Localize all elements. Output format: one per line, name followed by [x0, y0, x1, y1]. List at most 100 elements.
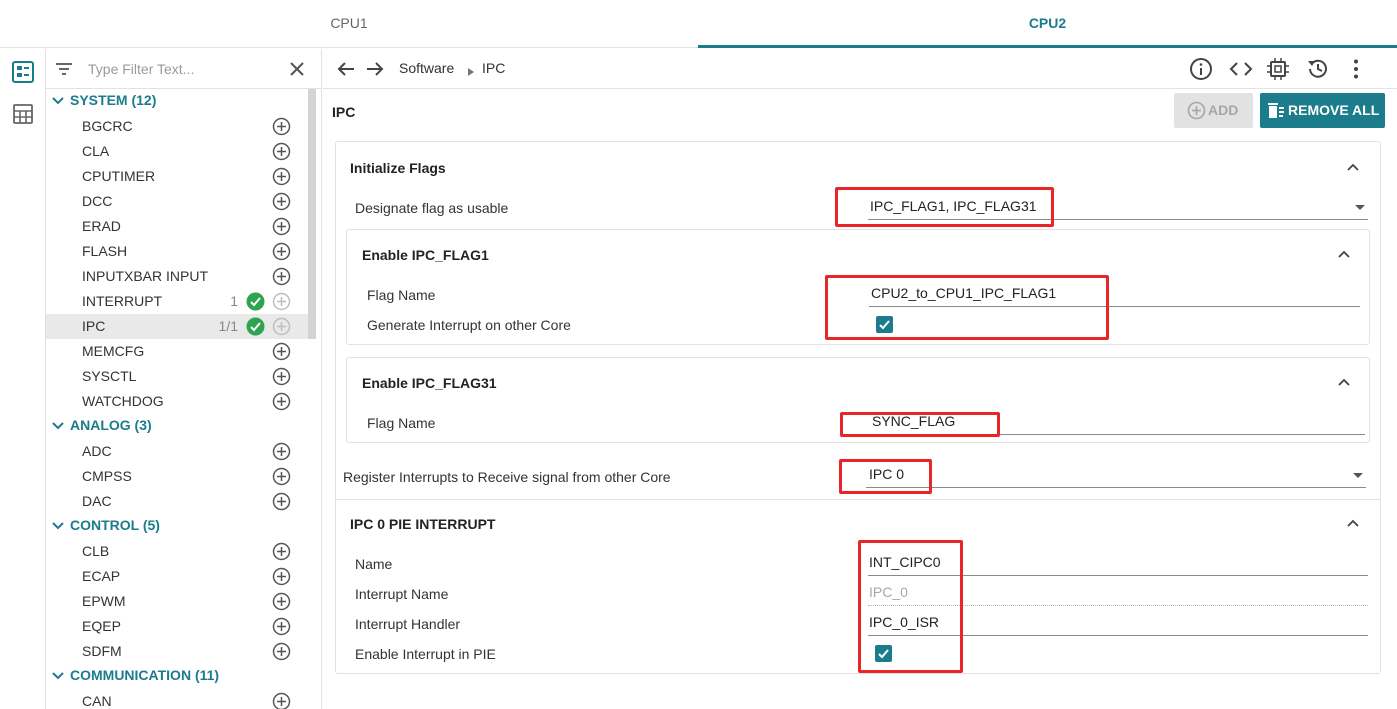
add-circle-icon[interactable] [272, 267, 291, 286]
category-2[interactable]: CONTROL (5) [46, 514, 308, 539]
add-circle-icon[interactable] [272, 367, 291, 386]
add-circle-icon[interactable] [272, 167, 291, 186]
pie-name-label: Name [355, 556, 393, 572]
more-options-icon[interactable] [1344, 57, 1368, 81]
sidebar-item-ipc[interactable]: IPC 1/1 [46, 314, 308, 339]
add-circle-icon[interactable] [272, 692, 291, 709]
add-circle-icon[interactable] [272, 492, 291, 511]
sidebar-item-adc[interactable]: ADC [46, 439, 308, 464]
sidebar-item-flash[interactable]: FLASH [46, 239, 308, 264]
sidebar-item-interrupt[interactable]: INTERRUPT 1 [46, 289, 308, 314]
pie-interrupt-card: IPC 0 PIE INTERRUPT Name INT_CIPC0 Inter… [335, 499, 1381, 674]
sidebar-item-ecap[interactable]: ECAP [46, 564, 308, 589]
sidebar-item-cputimer[interactable]: CPUTIMER [46, 164, 308, 189]
sidebar-item-bgcrc[interactable]: BGCRC [46, 114, 308, 139]
pie-name-input[interactable]: INT_CIPC0 [868, 552, 1368, 576]
category-label: COMMUNICATION (11) [70, 667, 220, 683]
enable-ipc-flag1-title: Enable IPC_FLAG1 [362, 247, 489, 263]
collapse-icon[interactable] [1337, 374, 1351, 386]
enable-interrupt-pie-checkbox[interactable] [875, 645, 892, 662]
navigation-bar: Software IPC [323, 49, 1397, 89]
add-circle-icon[interactable] [272, 542, 291, 561]
add-button[interactable]: ADD [1174, 93, 1253, 128]
designate-flag-dropdown[interactable]: IPC_FLAG1, IPC_FLAG31 [868, 196, 1368, 220]
add-circle-icon[interactable] [272, 192, 291, 211]
chevron-down-icon[interactable] [51, 519, 65, 533]
sidebar-item-erad[interactable]: ERAD [46, 214, 308, 239]
sidebar-item-can[interactable]: CAN [46, 689, 308, 709]
add-circle-icon[interactable] [272, 592, 291, 611]
register-interrupts-value: IPC 0 [869, 466, 905, 482]
page-title: IPC [332, 104, 356, 120]
collapse-icon[interactable] [1346, 515, 1360, 527]
flag1-name-input[interactable]: CPU2_to_CPU1_IPC_FLAG1 [869, 283, 1360, 307]
panel-scrollbar[interactable] [308, 89, 316, 339]
add-circle-icon[interactable] [272, 442, 291, 461]
sidebar-item-sysctl[interactable]: SYSCTL [46, 364, 308, 389]
sidebar-item-cmpss[interactable]: CMPSS [46, 464, 308, 489]
add-circle-icon[interactable] [272, 392, 291, 411]
history-icon[interactable] [1306, 57, 1330, 81]
sidebar-item-inputxbar-input[interactable]: INPUTXBAR INPUT [46, 264, 308, 289]
sidebar-item-sdfm[interactable]: SDFM [46, 639, 308, 664]
sidebar-item-label: CPUTIMER [82, 168, 156, 184]
add-circle-icon[interactable] [272, 642, 291, 661]
add-circle-icon[interactable] [272, 617, 291, 636]
back-arrow-icon[interactable] [335, 58, 357, 80]
flag1-generate-interrupt-checkbox[interactable] [876, 316, 893, 333]
add-circle-icon[interactable] [272, 567, 291, 586]
component-list-icon[interactable] [12, 61, 34, 83]
filter-bar [46, 49, 322, 89]
flag31-name-input[interactable]: SYNC_FLAG [869, 411, 1365, 435]
left-rail [0, 49, 46, 709]
sidebar-item-watchdog[interactable]: WATCHDOG [46, 389, 308, 414]
add-circle-icon[interactable] [272, 342, 291, 361]
add-circle-icon[interactable] [272, 142, 291, 161]
breadcrumb-software[interactable]: Software [399, 60, 454, 76]
flag1-generate-interrupt-label: Generate Interrupt on other Core [367, 317, 571, 333]
sidebar-item-eqep[interactable]: EQEP [46, 614, 308, 639]
sidebar-item-clb[interactable]: CLB [46, 539, 308, 564]
enable-ipc-flag31-card: Enable IPC_FLAG31 Flag Name SYNC_FLAG [346, 357, 1370, 443]
forward-arrow-icon[interactable] [364, 58, 386, 80]
chevron-down-icon[interactable] [51, 419, 65, 433]
register-interrupts-dropdown[interactable]: IPC 0 [866, 464, 1366, 488]
sidebar-item-dcc[interactable]: DCC [46, 189, 308, 214]
chevron-down-icon[interactable] [51, 669, 65, 683]
collapse-icon[interactable] [1346, 159, 1360, 171]
add-circle-icon[interactable] [272, 117, 291, 136]
collapse-icon[interactable] [1337, 246, 1351, 258]
flag1-name-label: Flag Name [367, 287, 436, 303]
sidebar-item-label: ADC [82, 443, 112, 459]
sidebar-item-label: CLA [82, 143, 110, 159]
chevron-down-icon[interactable] [51, 94, 65, 108]
category-0[interactable]: SYSTEM (12) [46, 89, 308, 114]
table-view-icon[interactable] [12, 103, 34, 125]
category-3[interactable]: COMMUNICATION (11) [46, 664, 308, 689]
add-circle-icon[interactable] [272, 317, 291, 336]
tab-cpu2[interactable]: CPU2 [698, 0, 1397, 48]
add-circle-icon[interactable] [272, 292, 291, 311]
category-1[interactable]: ANALOG (3) [46, 414, 308, 439]
interrupt-handler-input[interactable]: IPC_0_ISR [868, 612, 1368, 636]
category-label: CONTROL (5) [70, 517, 160, 533]
add-circle-icon[interactable] [272, 467, 291, 486]
close-icon[interactable] [286, 58, 308, 80]
tab-cpu1[interactable]: CPU1 [0, 0, 698, 48]
interrupt-name-value: IPC_0 [868, 582, 1368, 606]
filter-input[interactable] [88, 58, 278, 80]
code-view-icon[interactable] [1229, 57, 1253, 81]
sidebar-item-epwm[interactable]: EPWM [46, 589, 308, 614]
sidebar-item-cla[interactable]: CLA [46, 139, 308, 164]
enable-ipc-flag31-title: Enable IPC_FLAG31 [362, 375, 497, 391]
chip-icon[interactable] [1266, 57, 1290, 81]
add-circle-icon[interactable] [272, 242, 291, 261]
sidebar-item-memcfg[interactable]: MEMCFG [46, 339, 308, 364]
core-tabs: CPU1 CPU2 [0, 0, 1397, 48]
delete-list-icon [1266, 101, 1286, 121]
add-circle-icon[interactable] [272, 217, 291, 236]
remove-all-button[interactable]: REMOVE ALL [1260, 93, 1385, 128]
info-icon[interactable] [1189, 57, 1213, 81]
sidebar-item-dac[interactable]: DAC [46, 489, 308, 514]
designate-flag-value: IPC_FLAG1, IPC_FLAG31 [870, 198, 1037, 214]
